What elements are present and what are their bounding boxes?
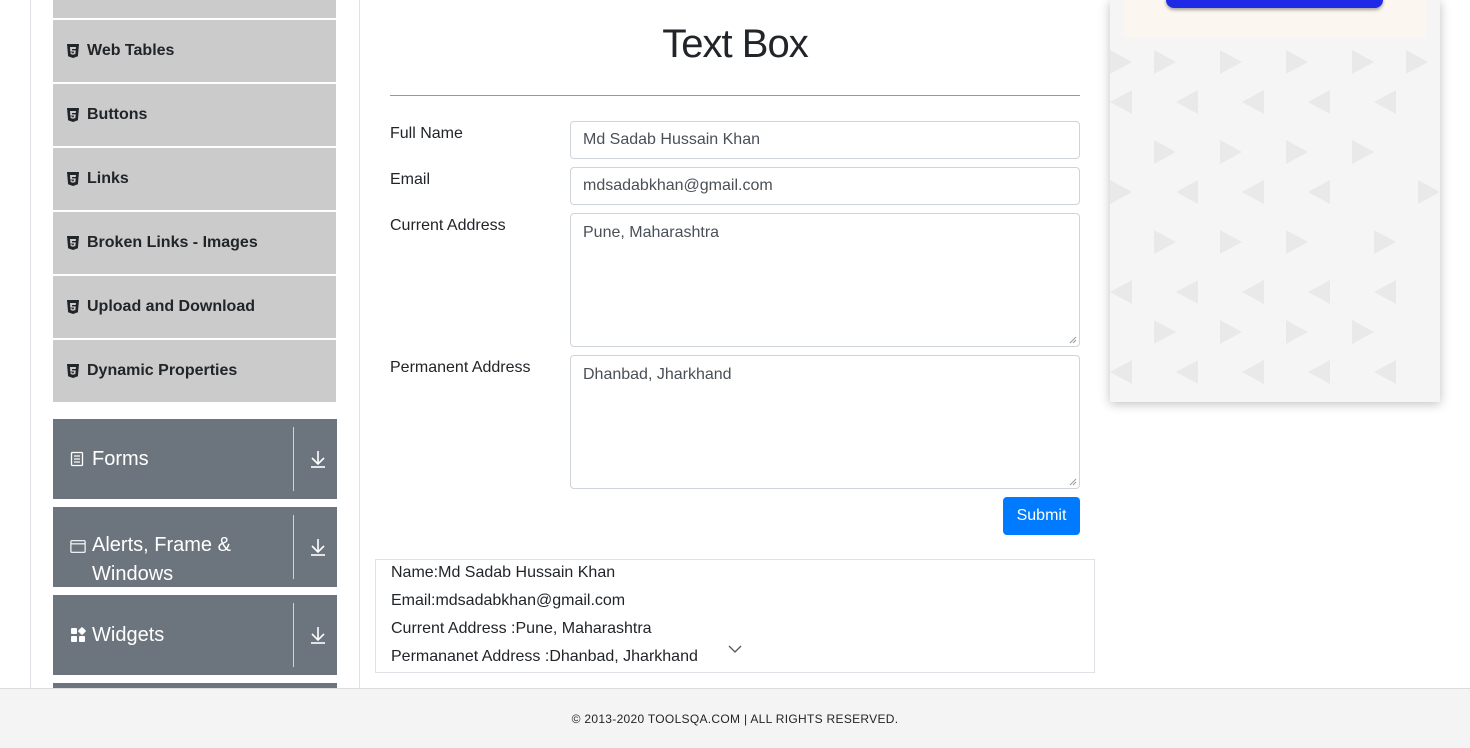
sidebar-item-broken-links[interactable]: Broken Links - Images [53, 212, 336, 274]
permanent-address-value: Dhanbad, Jharkhand [583, 366, 732, 383]
divider [293, 427, 294, 491]
group-widgets[interactable]: Widgets [53, 595, 337, 675]
page-title: Text Box [662, 22, 808, 66]
resize-grip-icon[interactable] [1069, 478, 1077, 486]
group-alerts-frame-windows[interactable]: Alerts, Frame & Windows [53, 507, 337, 587]
group-label: Forms [92, 447, 149, 470]
left-panel: Web Tables Buttons Links Broken Links - … [30, 0, 360, 689]
output-name: Name:Md Sadab Hussain Khan [391, 564, 616, 581]
current-address-textarea[interactable]: Pune, Maharashtra [570, 213, 1080, 347]
sidebar-item-buttons[interactable]: Buttons [53, 84, 336, 146]
current-address-label: Current Address [390, 217, 506, 234]
window-icon [70, 539, 86, 555]
chevron-down-icon[interactable] [728, 644, 742, 654]
divider [293, 603, 294, 667]
resize-grip-icon[interactable] [1069, 336, 1077, 344]
ad-button[interactable] [1166, 0, 1383, 8]
pattern-background [1110, 50, 1440, 384]
divider [293, 515, 294, 579]
group-forms[interactable]: Forms [53, 419, 337, 499]
output-email: Email:mdsadabkhan@gmail.com [391, 592, 626, 609]
group-label-line1: Alerts, Frame & [92, 534, 231, 556]
ad-banner[interactable] [1110, 0, 1440, 402]
full-name-label: Full Name [390, 125, 463, 142]
group-label: Alerts, Frame & Windows [92, 531, 231, 589]
download-arrow-icon[interactable] [309, 537, 327, 557]
sidebar-item-label: Links [87, 170, 129, 187]
output-permanent-address: Permananet Address :Dhanbad, Jharkhand [391, 648, 698, 665]
document-icon [70, 451, 86, 467]
permanent-address-label: Permanent Address [390, 359, 531, 376]
sidebar-item-dynamic-properties[interactable]: Dynamic Properties [53, 340, 336, 402]
html5-icon [67, 108, 81, 122]
permanent-address-textarea[interactable]: Dhanbad, Jharkhand [570, 355, 1080, 489]
footer: © 2013-2020 TOOLSQA.COM | ALL RIGHTS RES… [0, 688, 1470, 748]
full-name-value: Md Sadab Hussain Khan [583, 131, 760, 148]
sidebar-item-label: Web Tables [87, 42, 175, 59]
html5-icon [67, 300, 81, 314]
html5-icon [67, 172, 81, 186]
sidebar-item-previous[interactable] [53, 0, 336, 18]
sidebar-item-label: Upload and Download [87, 298, 255, 315]
sidebar-item-web-tables[interactable]: Web Tables [53, 20, 336, 82]
full-name-input[interactable]: Md Sadab Hussain Khan [570, 121, 1080, 159]
email-input[interactable]: mdsadabkhan@gmail.com [570, 167, 1080, 205]
sidebar-item-upload-download[interactable]: Upload and Download [53, 276, 336, 338]
sidebar-item-label: Buttons [87, 106, 148, 123]
copyright-text: © 2013-2020 TOOLSQA.COM | ALL RIGHTS RES… [571, 711, 899, 726]
sidebar-item-label: Broken Links - Images [87, 234, 258, 251]
html5-icon [67, 236, 81, 250]
sidebar-item-label: Dynamic Properties [87, 362, 238, 379]
divider [390, 95, 1080, 96]
sidebar-item-links[interactable]: Links [53, 148, 336, 210]
email-label: Email [390, 171, 431, 188]
group-label: Widgets [92, 623, 165, 646]
html5-icon [67, 364, 81, 378]
widgets-grid-icon [70, 627, 86, 643]
html5-icon [67, 44, 81, 58]
submit-button[interactable]: Submit [1003, 497, 1080, 535]
group-label-line2: Windows [92, 563, 174, 585]
output-panel: Name:Md Sadab Hussain Khan Email:mdsadab… [375, 559, 1095, 673]
output-current-address: Current Address :Pune, Maharashtra [391, 620, 652, 637]
current-address-value: Pune, Maharashtra [583, 224, 720, 241]
download-arrow-icon[interactable] [309, 449, 327, 469]
download-arrow-icon[interactable] [309, 625, 327, 645]
email-value: mdsadabkhan@gmail.com [583, 177, 773, 194]
